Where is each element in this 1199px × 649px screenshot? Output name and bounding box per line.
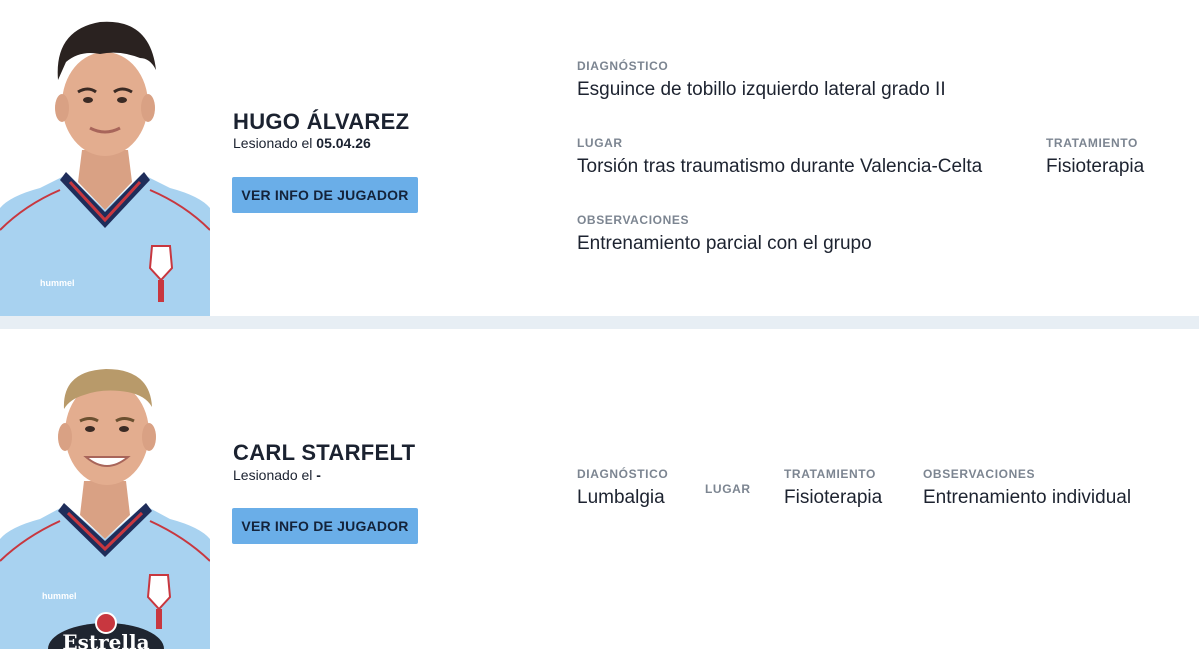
observations-value: Entrenamiento parcial con el grupo [577, 233, 872, 254]
injury-date: - [316, 467, 321, 483]
player-photo-image: hummel Estrella [0, 349, 210, 649]
kit-brand-logo: hummel [40, 278, 75, 288]
diagnosis-label: DIAGNÓSTICO [577, 467, 669, 481]
diagnosis-label: DIAGNÓSTICO [577, 59, 669, 73]
treatment-value: Fisioterapia [1046, 156, 1145, 177]
player-photo: hummel [0, 0, 210, 316]
player-photo: hummel Estrella [0, 349, 210, 649]
treatment-label: TRATAMIENTO [1046, 136, 1138, 150]
treatment-label: TRATAMIENTO [784, 467, 876, 481]
injury-date-line: Lesionado el - [233, 467, 321, 483]
kit-brand-logo: hummel [42, 591, 77, 601]
view-player-info-button[interactable]: VER INFO DE JUGADOR [232, 177, 418, 213]
injury-date-prefix: Lesionado el [233, 467, 317, 483]
player-photo-image: hummel [0, 0, 210, 316]
sponsor-logo: Estrella [62, 630, 149, 649]
injury-date-prefix: Lesionado el [233, 135, 317, 151]
place-label: LUGAR [577, 136, 623, 150]
place-value: Torsión tras traumatismo durante Valenci… [577, 156, 983, 177]
card-separator [0, 316, 1199, 329]
player-name: HUGO ÁLVAREZ [233, 109, 410, 134]
observations-value: Entrenamiento individual [923, 487, 1132, 508]
injury-date: 05.04.26 [316, 135, 371, 151]
player-name: CARL STARFELT [233, 440, 416, 465]
observations-label: OBSERVACIONES [577, 213, 690, 227]
diagnosis-value: Lumbalgia [577, 487, 665, 508]
view-player-info-button[interactable]: VER INFO DE JUGADOR [232, 508, 418, 544]
treatment-value: Fisioterapia [784, 487, 883, 508]
injury-date-line: Lesionado el 05.04.26 [233, 135, 371, 151]
injury-card: hummel HUGO ÁLVAREZ Lesionado el 05.04.2… [0, 0, 1199, 316]
place-label: LUGAR [705, 482, 751, 496]
injury-card: hummel Estrella CARL STARFELT Lesionado … [0, 329, 1199, 649]
diagnosis-value: Esguince de tobillo izquierdo lateral gr… [577, 79, 946, 100]
observations-label: OBSERVACIONES [923, 467, 1036, 481]
